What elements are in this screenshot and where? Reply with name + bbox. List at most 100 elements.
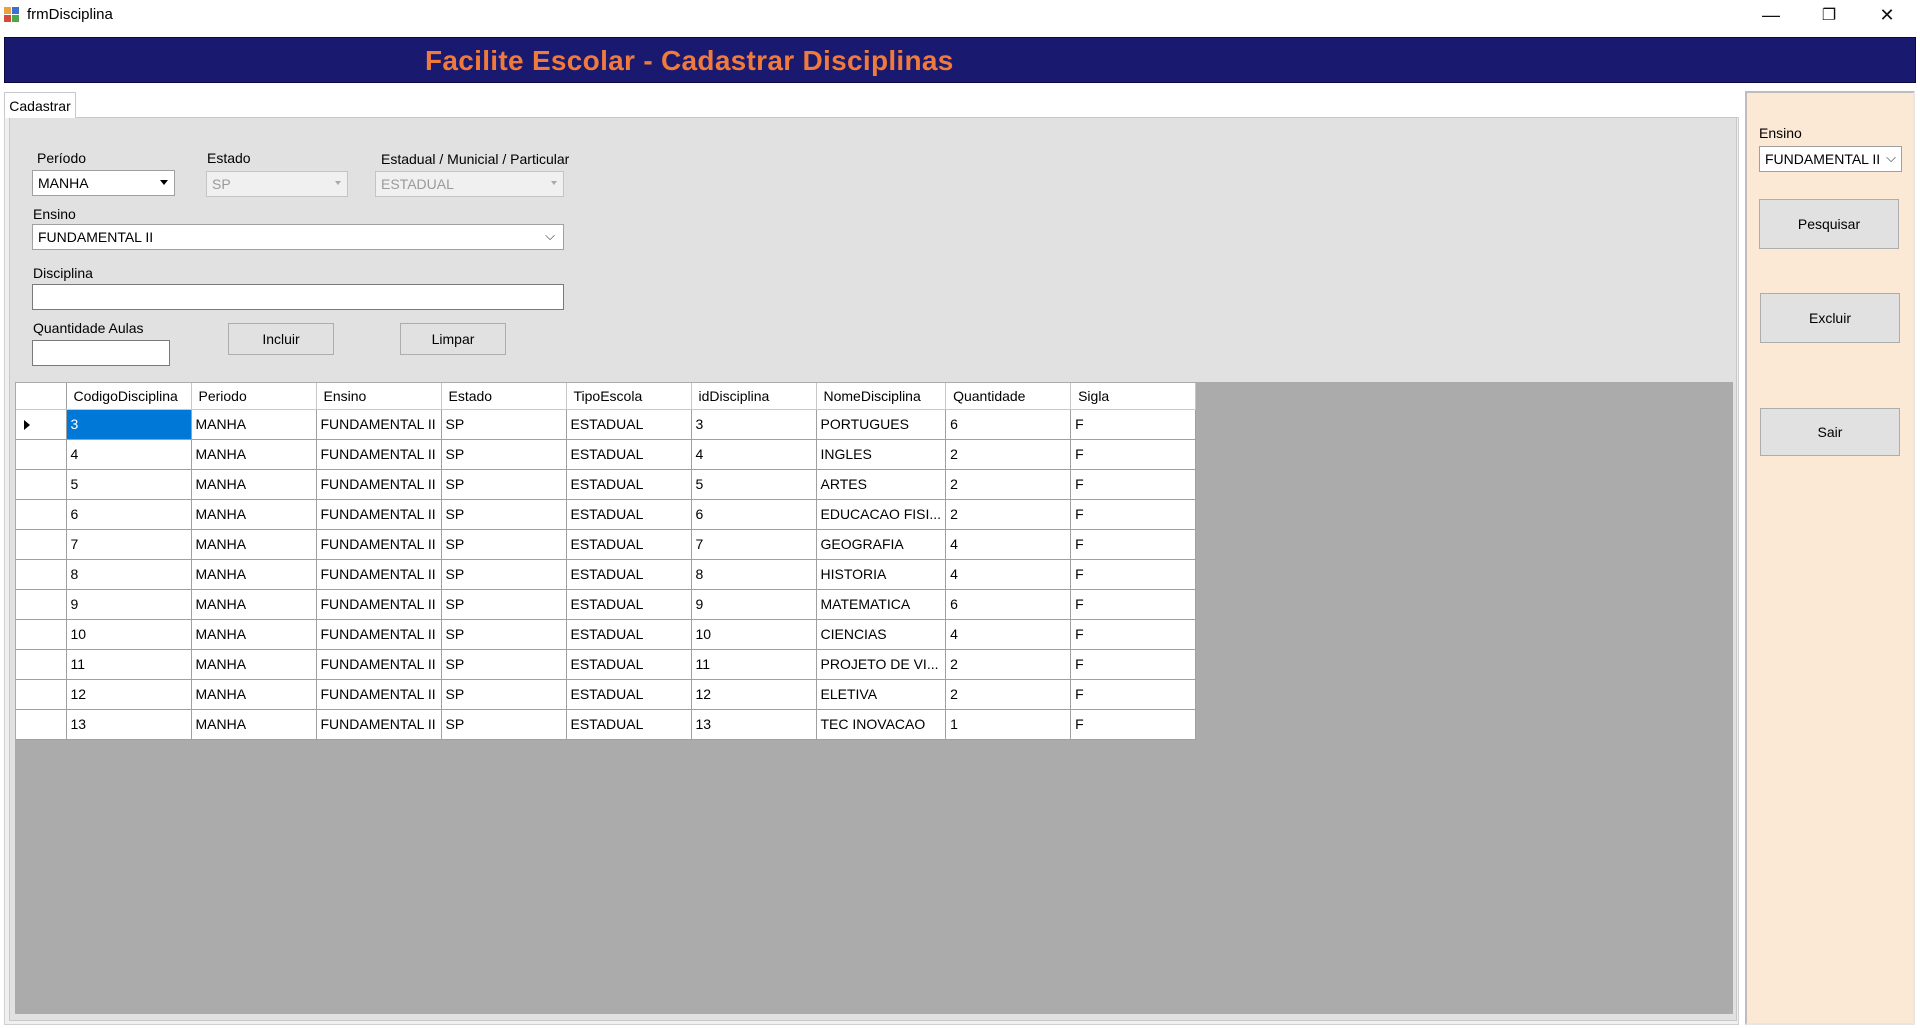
row-header[interactable] (16, 439, 67, 470)
table-cell[interactable]: 11 (691, 649, 817, 680)
table-cell[interactable]: 13 (691, 709, 817, 740)
table-cell[interactable]: SP (441, 649, 567, 680)
table-cell[interactable]: SP (441, 439, 567, 470)
table-cell[interactable]: 3 (66, 409, 192, 440)
table-cell[interactable]: FUNDAMENTAL II (316, 409, 442, 440)
table-cell[interactable]: MANHA (191, 619, 317, 650)
table-cell[interactable]: MANHA (191, 709, 317, 740)
table-cell[interactable]: FUNDAMENTAL II (316, 499, 442, 530)
table-cell[interactable]: ESTADUAL (566, 679, 692, 710)
table-cell[interactable]: SP (441, 409, 567, 440)
column-header[interactable]: Periodo (191, 383, 317, 410)
table-cell[interactable]: FUNDAMENTAL II (316, 439, 442, 470)
table-cell[interactable]: F (1070, 469, 1197, 500)
table-cell[interactable]: GEOGRAFIA (816, 529, 947, 560)
table-cell[interactable]: ARTES (816, 469, 947, 500)
table-cell[interactable]: F (1070, 649, 1197, 680)
table-cell[interactable]: 6 (691, 499, 817, 530)
table-cell[interactable]: 4 (945, 559, 1072, 590)
table-cell[interactable]: ESTADUAL (566, 529, 692, 560)
column-header[interactable]: Estado (441, 383, 567, 410)
table-cell[interactable]: 10 (66, 619, 192, 650)
row-header[interactable] (16, 409, 67, 440)
tipo-escola-dropdown[interactable]: ESTADUAL (375, 171, 564, 197)
maximize-button[interactable]: ❐ (1800, 0, 1858, 30)
table-row[interactable]: 4 MANHA FUNDAMENTAL II SP ESTADUAL 4 INGLES 2 F (16, 439, 1197, 470)
column-header[interactable]: Ensino (316, 383, 442, 410)
table-cell[interactable]: 1 (945, 709, 1072, 740)
excluir-button[interactable]: Excluir (1760, 293, 1900, 343)
table-cell[interactable]: ESTADUAL (566, 559, 692, 590)
column-header[interactable]: Quantidade (945, 383, 1072, 410)
table-cell[interactable]: F (1070, 589, 1197, 620)
table-row[interactable]: 13 MANHA FUNDAMENTAL II SP ESTADUAL 13 TEC INO… (16, 709, 1197, 740)
table-cell[interactable]: 8 (691, 559, 817, 590)
tab-cadastrar[interactable]: Cadastrar (4, 92, 76, 118)
column-header[interactable]: Sigla (1070, 383, 1197, 410)
disciplina-input[interactable] (32, 284, 564, 310)
table-cell[interactable]: HISTORIA (816, 559, 947, 590)
table-cell[interactable]: FUNDAMENTAL II (316, 649, 442, 680)
table-cell[interactable]: 2 (945, 649, 1072, 680)
table-row[interactable]: 12 MANHA FUNDAMENTAL II SP ESTADUAL 12 ELETIVA… (16, 679, 1197, 710)
table-row[interactable]: 9 MANHA FUNDAMENTAL II SP ESTADUAL 9 MATEMATIC… (16, 589, 1197, 620)
table-cell[interactable]: 2 (945, 439, 1072, 470)
table-cell[interactable]: F (1070, 499, 1197, 530)
table-cell[interactable]: 4 (945, 529, 1072, 560)
table-cell[interactable]: F (1070, 709, 1197, 740)
table-cell[interactable]: MANHA (191, 469, 317, 500)
table-cell[interactable]: MANHA (191, 589, 317, 620)
table-cell[interactable]: 3 (691, 409, 817, 440)
table-cell[interactable]: CIENCIAS (816, 619, 947, 650)
row-header[interactable] (16, 709, 67, 740)
column-header[interactable]: idDisciplina (691, 383, 817, 410)
row-header[interactable] (16, 589, 67, 620)
table-cell[interactable]: 6 (945, 589, 1072, 620)
row-header[interactable] (16, 619, 67, 650)
table-cell[interactable]: 11 (66, 649, 192, 680)
table-cell[interactable]: 7 (66, 529, 192, 560)
table-cell[interactable]: MATEMATICA (816, 589, 947, 620)
close-button[interactable]: ✕ (1858, 0, 1916, 30)
table-cell[interactable]: 13 (66, 709, 192, 740)
table-cell[interactable]: ESTADUAL (566, 709, 692, 740)
estado-dropdown[interactable]: SP (206, 171, 348, 197)
table-cell[interactable]: F (1070, 409, 1197, 440)
table-cell[interactable]: F (1070, 559, 1197, 590)
table-cell[interactable]: SP (441, 529, 567, 560)
table-cell[interactable]: SP (441, 559, 567, 590)
table-cell[interactable]: MANHA (191, 649, 317, 680)
row-header[interactable] (16, 469, 67, 500)
table-cell[interactable]: 4 (66, 439, 192, 470)
table-cell[interactable]: FUNDAMENTAL II (316, 679, 442, 710)
table-cell[interactable]: SP (441, 679, 567, 710)
table-cell[interactable]: 10 (691, 619, 817, 650)
table-cell[interactable]: PROJETO DE VI... (816, 649, 947, 680)
disciplinas-grid[interactable]: CodigoDisciplina Periodo Ensino Estado TipoE… (16, 383, 1197, 740)
row-header[interactable] (16, 559, 67, 590)
table-row[interactable]: 6 MANHA FUNDAMENTAL II SP ESTADUAL 6 EDUCACAO … (16, 499, 1197, 530)
table-cell[interactable]: 5 (66, 469, 192, 500)
table-cell[interactable]: ESTADUAL (566, 649, 692, 680)
pesquisar-button[interactable]: Pesquisar (1759, 199, 1899, 249)
row-header[interactable] (16, 529, 67, 560)
column-header[interactable]: CodigoDisciplina (66, 383, 192, 410)
table-row[interactable]: 5 MANHA FUNDAMENTAL II SP ESTADUAL 5 ARTES 2 F (16, 469, 1197, 500)
column-header[interactable]: NomeDisciplina (816, 383, 947, 410)
table-cell[interactable]: F (1070, 529, 1197, 560)
table-cell[interactable]: 2 (945, 499, 1072, 530)
table-cell[interactable]: F (1070, 619, 1197, 650)
table-cell[interactable]: SP (441, 589, 567, 620)
table-cell[interactable]: TEC INOVACAO (816, 709, 947, 740)
row-header[interactable] (16, 649, 67, 680)
table-cell[interactable]: 7 (691, 529, 817, 560)
table-cell[interactable]: MANHA (191, 439, 317, 470)
table-row[interactable]: 3 MANHA FUNDAMENTAL II SP ESTADUAL 3 PORTUGUES… (16, 409, 1197, 440)
table-cell[interactable]: MANHA (191, 499, 317, 530)
table-cell[interactable]: SP (441, 709, 567, 740)
table-row[interactable]: 8 MANHA FUNDAMENTAL II SP ESTADUAL 8 HISTORIA 4… (16, 559, 1197, 590)
table-cell[interactable]: 12 (691, 679, 817, 710)
table-cell[interactable]: SP (441, 469, 567, 500)
table-cell[interactable]: FUNDAMENTAL II (316, 469, 442, 500)
table-cell[interactable]: 9 (691, 589, 817, 620)
